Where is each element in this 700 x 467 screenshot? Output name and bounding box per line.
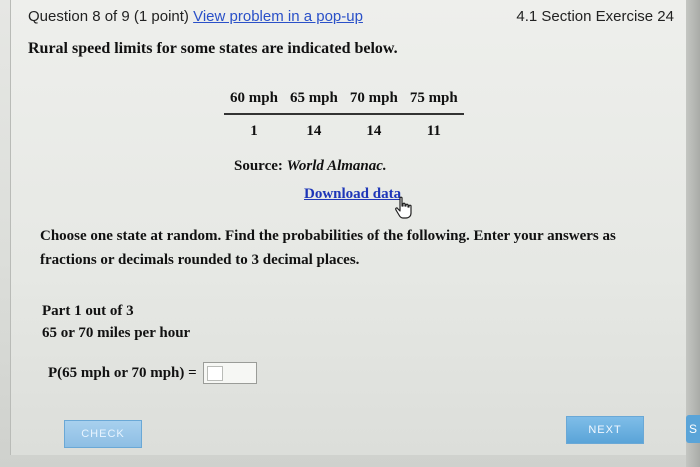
side-tab-button[interactable]: S	[686, 415, 700, 443]
question-header: Question 8 of 9 (1 point) View problem i…	[28, 8, 363, 25]
table-cell: 14	[306, 123, 322, 139]
download-data-link[interactable]: Download data	[304, 186, 401, 203]
answer-input-box[interactable]	[206, 366, 223, 381]
popup-link[interactable]: View problem in a pop-up	[193, 8, 363, 25]
screen: Question 8 of 9 (1 point) View problem i…	[0, 0, 700, 467]
probability-label: P(65 mph or 70 mph) =	[48, 364, 197, 381]
probability-row: P(65 mph or 70 mph) =	[48, 362, 257, 384]
part-label: Part 1 out of 3	[42, 303, 134, 319]
table-cell: 14	[366, 123, 382, 139]
problem-intro: Rural speed limits for some states are i…	[28, 40, 398, 57]
right-edge-bar	[686, 0, 700, 467]
table-header-cell: 65 mph	[283, 88, 344, 115]
instructions-text: Choose one state at random. Find the pro…	[40, 228, 616, 268]
source-line: Source: World Almanac.	[234, 158, 387, 175]
speed-limit-table: 60 mph 65 mph 70 mph 75 mph 1 14 14 11	[224, 88, 464, 142]
table-cell: 11	[426, 123, 441, 139]
part-section: Part 1 out of 3 65 or 70 miles per hour	[42, 300, 190, 344]
section-label: 4.1 Section Exercise 24	[516, 8, 674, 25]
source-name: World Almanac.	[286, 158, 387, 174]
table-header-cell: 70 mph	[343, 88, 404, 115]
table-header-cell: 75 mph	[403, 88, 464, 115]
check-button[interactable]: CHECK	[64, 420, 142, 448]
table-header-cell: 60 mph	[224, 88, 284, 115]
next-button[interactable]: NEXT	[566, 416, 644, 444]
hand-pointer-icon	[395, 196, 412, 219]
part-description: 65 or 70 miles per hour	[42, 325, 191, 341]
answer-input[interactable]	[202, 362, 257, 384]
table-row: 1 14 14 11	[224, 114, 464, 142]
table-cell: 1	[250, 123, 258, 139]
source-label: Source:	[234, 158, 283, 174]
question-label: Question 8 of 9 (1 point)	[28, 8, 189, 25]
table-header-row: 60 mph 65 mph 70 mph 75 mph	[224, 88, 464, 115]
